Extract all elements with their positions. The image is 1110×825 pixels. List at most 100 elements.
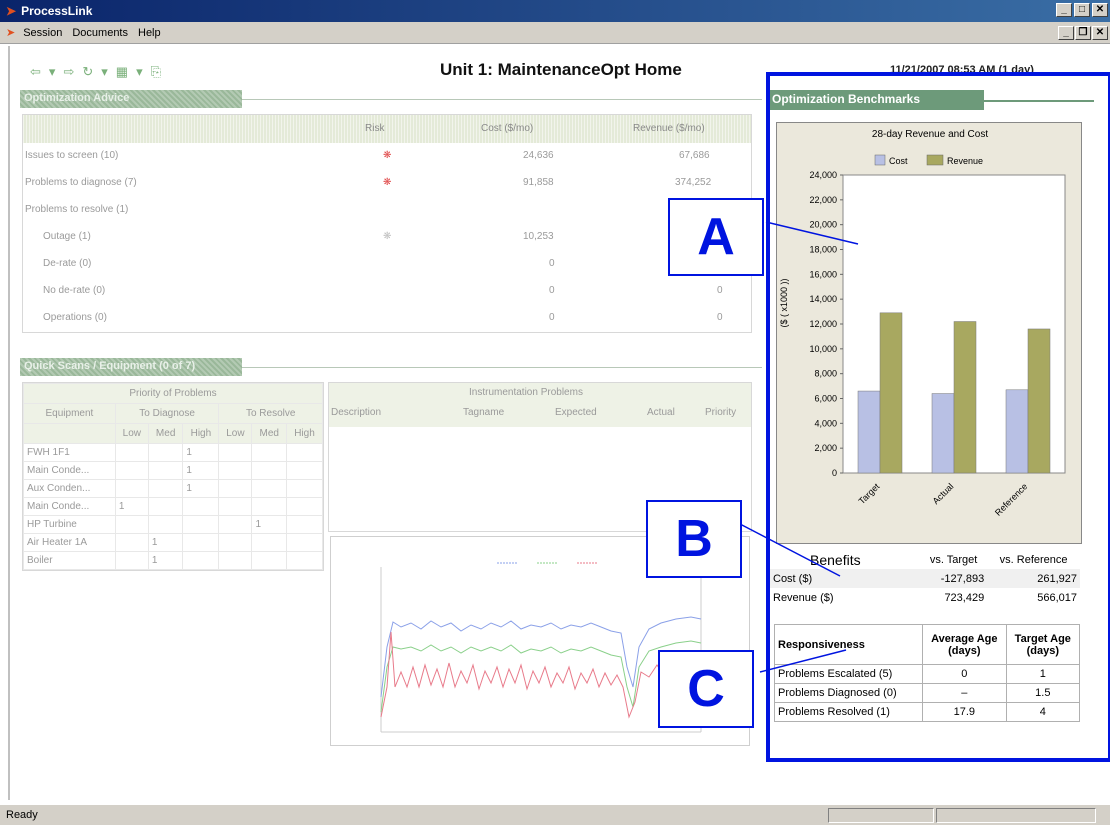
legend-swatch-cost [874, 154, 886, 166]
document-icon: ➤ [6, 27, 16, 39]
equipment-name: Main Conde... [23, 461, 116, 480]
benefit-row-label: Cost ($) [773, 572, 813, 585]
equipment-name: Main Conde... [23, 497, 116, 516]
report-icon[interactable]: ▦ [116, 64, 128, 80]
main-content: ⇦ ▾ ⇨ ↻ ▾ ▦ ▾ ⎘ Unit 1: MaintenanceOpt H… [8, 46, 1110, 800]
quick-scan-section-header: Quick Scans / Equipment (0 of 7) [20, 358, 242, 376]
bar-chart-svg: 28-day Revenue and Cost Cost Revenue ($ … [779, 129, 1066, 518]
table-cell [218, 461, 253, 480]
callout-a: A [668, 198, 764, 276]
vs-reference-header: vs. Reference [999, 553, 1068, 566]
advice-row-label: Operations (0) [43, 312, 107, 323]
advice-row[interactable]: Problems to resolve (1) [23, 197, 751, 224]
bar-cost-actual[interactable] [931, 393, 955, 474]
equipment-column-header: Equipment [23, 403, 116, 424]
benchmarks-section-header: Optimization Benchmarks [770, 90, 984, 110]
table-row[interactable]: Boiler 1 [23, 551, 324, 570]
table-cell [285, 533, 324, 552]
menu-help[interactable]: Help [138, 27, 161, 39]
back-icon[interactable]: ⇦ [30, 64, 41, 80]
tagname-column-header[interactable]: Tagname [463, 407, 504, 418]
report-dropdown-icon[interactable]: ▾ [136, 64, 143, 80]
advice-row[interactable]: De-rate (0) 0 [23, 251, 751, 278]
priority-title: Priority of Problems [23, 383, 323, 404]
table-row[interactable]: Aux Conden... 1 [23, 479, 324, 498]
refresh-dropdown-icon[interactable]: ▾ [101, 64, 108, 80]
equipment-name: Boiler [23, 551, 116, 570]
advice-row-revenue: 67,686 [679, 150, 710, 161]
target-age-value: 1.5 [1005, 683, 1081, 703]
y-tick-label: 2,000 [814, 443, 837, 453]
refresh-icon[interactable]: ↻ [82, 64, 93, 80]
callout-c: C [658, 650, 754, 728]
mdi-minimize-button[interactable]: _ [1058, 26, 1074, 40]
benchmarks-header-line [984, 100, 1094, 102]
bar-cost-reference[interactable] [1005, 389, 1029, 474]
advice-row-cost: 0 [549, 258, 555, 269]
table-cell: 1 [147, 551, 184, 570]
advice-row-revenue: 0 [717, 285, 723, 296]
revenue-cost-chart[interactable]: 28-day Revenue and Cost Cost Revenue ($ … [776, 122, 1082, 544]
advice-row[interactable]: Outage (1) ❋ 10,253 [23, 224, 751, 251]
forward-icon[interactable]: ⇨ [63, 64, 74, 80]
table-row[interactable]: Problems Resolved (1) 17.9 4 [774, 702, 1081, 722]
risk-indicator-icon: ❋ [383, 231, 392, 242]
actual-column-header[interactable]: Actual [647, 407, 675, 418]
benefits-table: Benefits vs. Target vs. Reference Cost (… [770, 550, 1080, 607]
table-cell [182, 497, 220, 516]
risk-indicator-icon: ❋ [383, 177, 392, 188]
advice-row[interactable]: No de-rate (0) 0 0 [23, 278, 751, 305]
to-diagnose-header: To Diagnose [114, 403, 220, 424]
responsiveness-header: Responsiveness [774, 624, 923, 665]
close-button[interactable]: ✕ [1092, 3, 1108, 17]
instrumentation-title: Instrumentation Problems [469, 387, 583, 398]
table-row[interactable]: HP Turbine 1 [23, 515, 324, 534]
legend-label-cost: Cost [889, 156, 908, 166]
table-cell [285, 551, 324, 570]
copy-icon[interactable]: ⎘ [151, 64, 161, 80]
callout-b: B [646, 500, 742, 578]
table-cell: 1 [147, 533, 184, 552]
y-tick-label: 4,000 [814, 418, 837, 428]
menu-documents[interactable]: Documents [72, 27, 128, 39]
level-header: Low [114, 423, 149, 444]
table-cell [218, 443, 253, 462]
table-cell [285, 443, 324, 462]
table-row[interactable]: Problems Escalated (5) 0 1 [774, 664, 1081, 684]
minimize-button[interactable]: _ [1056, 3, 1072, 17]
advice-header-line [242, 99, 762, 100]
table-cell [114, 479, 149, 498]
advice-row-revenue: 0 [717, 312, 723, 323]
table-row[interactable]: Air Heater 1A 1 [23, 533, 324, 552]
level-header: Med [251, 423, 287, 444]
mdi-restore-button[interactable]: ❐ [1075, 26, 1091, 40]
target-age-value: 4 [1005, 702, 1081, 722]
y-axis-label: ($ ( x1000 )) [779, 278, 789, 327]
responsiveness-row-label: Problems Resolved (1) [774, 702, 923, 722]
x-tick-label: Target [857, 481, 882, 506]
expected-column-header[interactable]: Expected [555, 407, 597, 418]
y-tick-label: 10,000 [809, 344, 837, 354]
table-row[interactable]: Main Conde... 1 [23, 461, 324, 480]
advice-row[interactable]: Operations (0) 0 0 [23, 305, 751, 332]
priority-column-header[interactable]: Priority [705, 407, 736, 418]
table-row[interactable]: FWH 1F1 1 [23, 443, 324, 462]
advice-row[interactable]: Problems to diagnose (7) ❋ 91,858 374,25… [23, 170, 751, 197]
advice-row[interactable]: Issues to screen (10) ❋ 24,636 67,686 [23, 143, 751, 170]
bar-revenue-reference[interactable] [1027, 328, 1051, 474]
level-header: Low [218, 423, 253, 444]
maximize-button[interactable]: □ [1074, 3, 1090, 17]
menu-session[interactable]: Session [23, 27, 62, 39]
benefit-row-label: Revenue ($) [773, 591, 834, 604]
mdi-close-button[interactable]: ✕ [1092, 26, 1108, 40]
bar-revenue-actual[interactable] [953, 321, 977, 474]
bar-cost-target[interactable] [857, 390, 881, 474]
table-cell [285, 479, 324, 498]
level-header: High [285, 423, 324, 444]
processlink-logo-icon: ➤ [6, 4, 17, 18]
description-column-header[interactable]: Description [331, 407, 381, 418]
table-row[interactable]: Main Conde... 1 [23, 497, 324, 516]
back-dropdown-icon[interactable]: ▾ [49, 64, 56, 80]
table-row[interactable]: Problems Diagnosed (0) – 1.5 [774, 683, 1081, 703]
bar-revenue-target[interactable] [879, 312, 903, 474]
